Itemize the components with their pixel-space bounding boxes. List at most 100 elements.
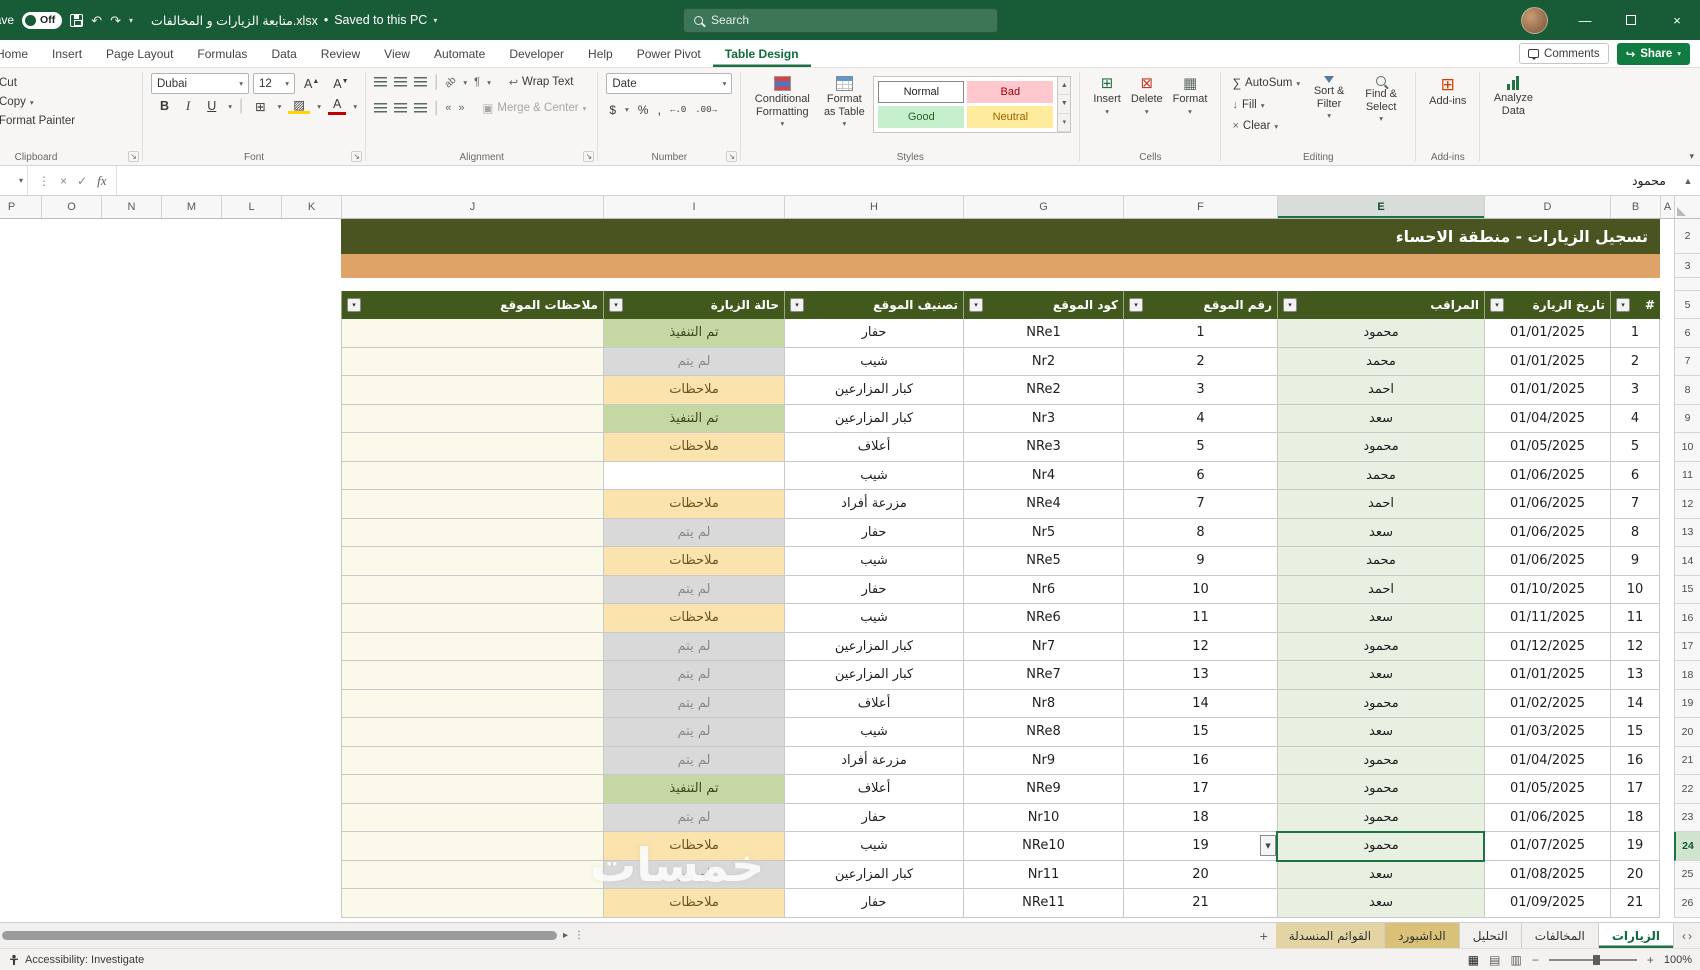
cell-status[interactable]: لم يتم [603,661,784,690]
decrease-decimal-icon[interactable]: .00→ [695,105,717,115]
cell-L[interactable] [221,803,281,832]
cell-date[interactable]: 01/06/2025 [1484,461,1610,490]
cell-O[interactable] [41,219,101,254]
number-format-select[interactable]: Date ▾ [606,73,733,94]
cell-L[interactable] [221,632,281,661]
styles-gallery-scrollbar[interactable]: ▲ ▼ ▾ [1058,76,1072,133]
cell-classification[interactable]: مزرعة أفراد [784,746,963,775]
ribbon-tab-view[interactable]: View [372,40,422,67]
clear-button[interactable]: × Clear ▾ [1229,118,1303,134]
cell-A[interactable] [1660,319,1674,348]
cell-supervisor[interactable]: محمود [1277,319,1484,348]
cell-P[interactable] [0,604,41,633]
name-box[interactable]: ▾ [0,166,28,195]
cell-site-no[interactable]: 10 [1123,575,1277,604]
cell-supervisor[interactable]: محمود [1277,775,1484,804]
cell-N[interactable] [101,461,161,490]
cell-A[interactable] [1660,775,1674,804]
cell-date[interactable]: 01/08/2025 [1484,860,1610,889]
cell-site-no[interactable]: 12 [1123,632,1277,661]
cell-A[interactable] [1660,347,1674,376]
cell-L[interactable] [221,404,281,433]
cell-classification[interactable]: حفار [784,889,963,918]
cell-notes[interactable] [341,461,603,490]
cell-date[interactable]: 01/03/2025 [1484,718,1610,747]
cell-supervisor[interactable]: سعد [1277,860,1484,889]
select-all-corner[interactable] [1674,196,1700,218]
cell-A[interactable] [1660,604,1674,633]
row-header-6[interactable]: 6 [1674,319,1700,348]
cell-P[interactable] [0,433,41,462]
copy-button[interactable]: Copy ▾ [0,94,78,110]
cell-classification[interactable]: أعلاف [784,689,963,718]
cell-M[interactable] [161,433,221,462]
cell-O[interactable] [41,254,101,278]
cell-num[interactable]: 14 [1610,689,1660,718]
cell-M[interactable] [161,291,221,319]
accessibility-status[interactable]: Accessibility: Investigate [25,954,144,966]
cell-num[interactable]: 16 [1610,746,1660,775]
cell-num[interactable]: 5 [1610,433,1660,462]
cell-N[interactable] [101,254,161,278]
cell-M[interactable] [161,718,221,747]
zoom-level[interactable]: 100% [1664,954,1692,966]
cell-K[interactable] [281,278,341,291]
cell-site-no[interactable]: 7 [1123,490,1277,519]
cell-P[interactable] [0,376,41,405]
fill-color-button[interactable]: ▨ [288,98,311,115]
cell-K[interactable] [281,775,341,804]
cell-site-no[interactable]: 13 [1123,661,1277,690]
cell-supervisor[interactable]: محمود [1277,746,1484,775]
ribbon-tab-page-layout[interactable]: Page Layout [94,40,185,67]
cell-notes[interactable] [341,803,603,832]
column-header-L[interactable]: L [221,196,281,218]
cell-site-code[interactable]: Nr9 [963,746,1123,775]
cell-classification[interactable]: شيب [784,347,963,376]
cut-button[interactable]: Cut [0,75,78,91]
cell-site-code[interactable]: Nr7 [963,632,1123,661]
cell-status[interactable]: ملاحظات [603,832,784,861]
cell-site-no[interactable]: 19 [1123,832,1277,861]
cell-O[interactable] [41,347,101,376]
autosave-toggle[interactable]: Off [22,11,63,29]
cell-K[interactable] [281,889,341,918]
cell-N[interactable] [101,219,161,254]
cell-A[interactable] [1660,718,1674,747]
cell-N[interactable] [101,278,161,291]
cell-N[interactable] [101,347,161,376]
cell-date[interactable]: 01/01/2025 [1484,347,1610,376]
cell-site-no[interactable]: 17 [1123,775,1277,804]
cell-L[interactable] [221,718,281,747]
cell-date[interactable]: 01/01/2025 [1484,661,1610,690]
cell-status[interactable]: لم يتم [603,632,784,661]
column-header-O[interactable]: O [41,196,101,218]
cell-K[interactable] [281,661,341,690]
align-center-icon[interactable] [394,103,408,113]
cell-O[interactable] [41,376,101,405]
cell-status[interactable]: لم يتم [603,347,784,376]
cell-P[interactable] [0,860,41,889]
cell-O[interactable] [41,775,101,804]
cell-supervisor[interactable]: محمود [1277,689,1484,718]
cell-classification[interactable]: كبار المزارعين [784,404,963,433]
cell-O[interactable] [41,718,101,747]
gallery-down-icon[interactable]: ▼ [1058,95,1071,114]
cell-site-code[interactable]: Nr4 [963,461,1123,490]
cell-site-code[interactable]: Nr3 [963,404,1123,433]
cell-M[interactable] [161,746,221,775]
align-bottom-icon[interactable] [414,77,428,87]
cell-status[interactable]: ملاحظات [603,889,784,918]
cell-notes[interactable] [341,718,603,747]
cell-M[interactable] [161,461,221,490]
cell-notes[interactable] [341,689,603,718]
cell-A[interactable] [1660,278,1674,291]
cell-N[interactable] [101,661,161,690]
cell-site-code[interactable]: NRe1 [963,319,1123,348]
cell-K[interactable] [281,604,341,633]
cell-num[interactable]: 15 [1610,718,1660,747]
column-header-G[interactable]: G [963,196,1123,218]
cell-notes[interactable] [341,490,603,519]
cell-M[interactable] [161,775,221,804]
column-header-D[interactable]: D [1484,196,1610,218]
cell-style-bad[interactable]: Bad [967,81,1054,103]
